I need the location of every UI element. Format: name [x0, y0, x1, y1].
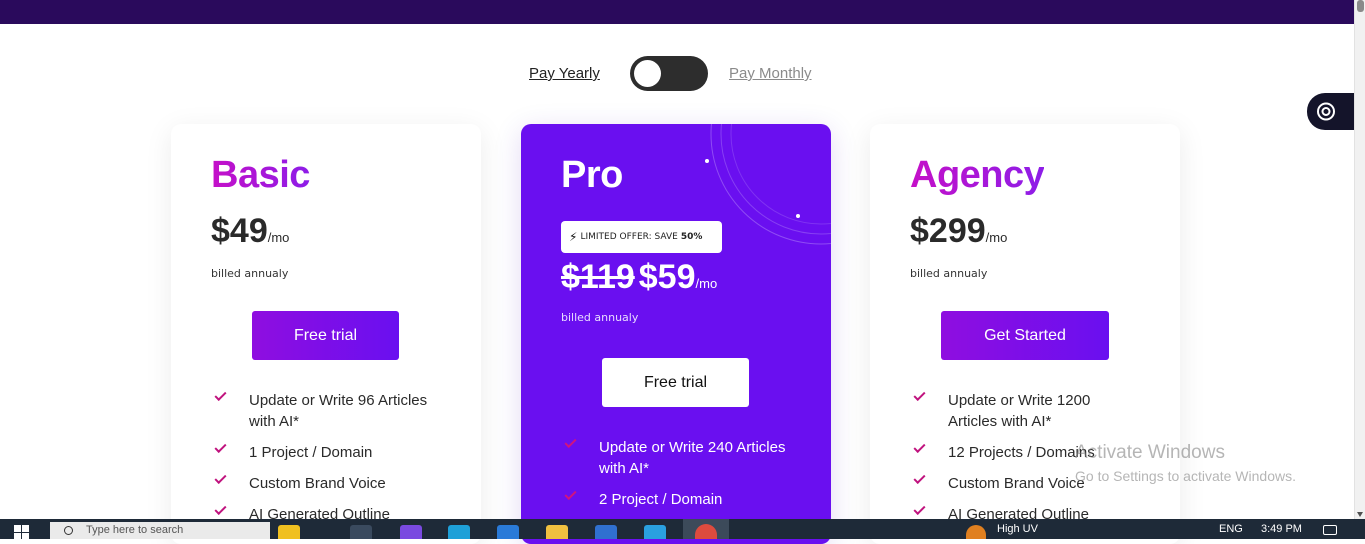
- billing-toggle: Pay Yearly Pay Monthly: [0, 56, 1354, 92]
- chrome-taskbar-button[interactable]: [683, 519, 729, 539]
- pay-monthly-link[interactable]: Pay Monthly: [729, 65, 812, 82]
- plan-price: $119 $59/mo: [561, 258, 717, 297]
- widget-icon[interactable]: [278, 525, 300, 539]
- page-scrollbar[interactable]: [1354, 0, 1365, 519]
- feature-list: Update or Write 240 Articles with AI* 2 …: [563, 435, 793, 520]
- old-price: $119: [561, 258, 635, 296]
- feature-item: 1 Project / Domain: [213, 440, 443, 463]
- billing-switch-knob: [634, 60, 661, 87]
- offer-value: 50%: [680, 232, 703, 242]
- watermark-subtitle: Go to Settings to activate Windows.: [1075, 468, 1296, 484]
- watermark-title: Activate Windows: [1075, 442, 1225, 463]
- check-icon: [214, 471, 227, 485]
- plan-card-basic: Basic $49/mo billed annualy Free trial U…: [171, 124, 481, 544]
- feature-text: Update or Write 96 Articles with AI*: [249, 392, 428, 430]
- language-indicator[interactable]: ENG: [1219, 523, 1243, 535]
- search-placeholder: Type here to search: [86, 524, 184, 536]
- check-icon: [214, 440, 227, 454]
- app-icon[interactable]: [644, 525, 666, 539]
- feature-text: Update or Write 240 Articles with AI*: [599, 439, 786, 477]
- feature-item: Update or Write 240 Articles with AI*: [563, 435, 793, 479]
- feature-text: 12 Projects / Domains: [948, 444, 1095, 461]
- limited-offer-badge: ⚡ LIMITED OFFER: SAVE 50%: [561, 221, 722, 253]
- lightning-icon: ⚡: [569, 230, 578, 244]
- feature-text: Custom Brand Voice: [249, 475, 386, 492]
- plan-name: Basic: [211, 154, 310, 196]
- feature-item: Update or Write 96 Articles with AI*: [213, 388, 443, 432]
- search-icon: [64, 526, 73, 535]
- scroll-down-arrow-icon[interactable]: [1357, 512, 1363, 517]
- price-period: /mo: [267, 230, 290, 245]
- check-icon: [913, 388, 926, 402]
- price-amount: $59: [638, 258, 696, 296]
- check-icon: [214, 502, 227, 516]
- billing-switch[interactable]: [630, 56, 708, 91]
- check-icon: [564, 487, 577, 501]
- check-icon: [913, 502, 926, 516]
- feature-text: Update or Write 1200 Articles with AI*: [948, 392, 1091, 430]
- offer-text: LIMITED OFFER: SAVE: [580, 232, 678, 242]
- price-amount: $49: [211, 212, 268, 250]
- weather-text[interactable]: High UV: [997, 523, 1038, 535]
- free-trial-button[interactable]: Free trial: [252, 311, 399, 360]
- scrollbar-thumb[interactable]: [1357, 0, 1364, 12]
- price-amount: $299: [910, 212, 986, 250]
- task-view-icon[interactable]: [350, 525, 372, 539]
- check-icon: [913, 471, 926, 485]
- plan-name: Agency: [910, 154, 1045, 196]
- weather-icon: [966, 525, 986, 539]
- clock-time[interactable]: 3:49 PM: [1261, 523, 1302, 535]
- plan-price: $299/mo: [910, 212, 1007, 251]
- check-icon: [214, 388, 227, 402]
- edge-icon[interactable]: [448, 525, 470, 539]
- billing-note: billed annualy: [910, 267, 988, 280]
- price-period: /mo: [695, 276, 718, 291]
- notification-icon[interactable]: [1323, 525, 1337, 535]
- copilot-icon[interactable]: [400, 525, 422, 539]
- plan-card-pro: Pro ⚡ LIMITED OFFER: SAVE 50% $119 $59/mo…: [521, 124, 831, 544]
- activate-windows-watermark: Activate Windows Go to Settings to activ…: [1075, 442, 1296, 484]
- check-icon: [564, 435, 577, 449]
- target-icon: [1317, 102, 1335, 121]
- app-icon[interactable]: [595, 525, 617, 539]
- get-started-button[interactable]: Get Started: [941, 311, 1109, 360]
- windows-start-icon[interactable]: [14, 525, 30, 539]
- store-icon[interactable]: [497, 525, 519, 539]
- file-explorer-icon[interactable]: [546, 525, 568, 539]
- feature-text: 2 Project / Domain: [599, 491, 723, 508]
- pay-yearly-link[interactable]: Pay Yearly: [529, 65, 600, 82]
- feature-text: 1 Project / Domain: [249, 444, 373, 461]
- price-period: /mo: [985, 230, 1008, 245]
- billing-note: billed annualy: [211, 267, 289, 280]
- plan-price: $49/mo: [211, 212, 289, 251]
- billing-note: billed annualy: [561, 311, 639, 324]
- feature-list: Update or Write 96 Articles with AI* 1 P…: [213, 388, 443, 535]
- free-trial-button[interactable]: Free trial: [602, 358, 749, 407]
- floating-widget-button[interactable]: [1307, 93, 1354, 130]
- feature-text: Custom Brand Voice: [948, 475, 1085, 492]
- check-icon: [913, 440, 926, 454]
- feature-item: 2 Project / Domain: [563, 487, 793, 510]
- chrome-icon: [695, 524, 717, 539]
- site-header-bar: [0, 0, 1354, 24]
- feature-item: Custom Brand Voice: [213, 471, 443, 494]
- taskbar-search-input[interactable]: Type here to search: [50, 522, 270, 539]
- windows-taskbar: Type here to search High UV ENG 3:49 PM: [0, 519, 1365, 539]
- feature-item: Update or Write 1200 Articles with AI*: [912, 388, 1142, 432]
- plan-name: Pro: [561, 154, 623, 196]
